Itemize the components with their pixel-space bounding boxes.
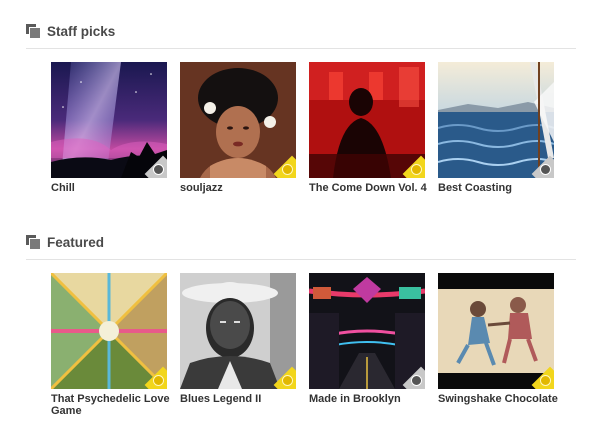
- playlist-title[interactable]: Chill: [51, 182, 175, 194]
- section-title[interactable]: Staff picks: [47, 24, 115, 39]
- section-divider: [26, 48, 576, 49]
- playlist-cover-image[interactable]: [51, 273, 167, 389]
- featured-header: Featured: [26, 232, 104, 252]
- playlist-card[interactable]: The Come Down Vol. 4: [309, 62, 427, 194]
- play-indicator-icon: [411, 164, 422, 175]
- playlist-cover-image[interactable]: [309, 62, 425, 178]
- play-indicator-icon: [540, 164, 551, 175]
- playlist-card[interactable]: souljazz: [180, 62, 298, 194]
- staff-picks-header: Staff picks: [26, 21, 115, 41]
- play-indicator-icon: [282, 164, 293, 175]
- playlist-title[interactable]: That Psychedelic Love Game: [51, 393, 175, 417]
- stack-icon: [26, 24, 41, 39]
- play-indicator-icon: [282, 375, 293, 386]
- playlist-title[interactable]: Made in Brooklyn: [309, 393, 433, 405]
- playlist-title[interactable]: souljazz: [180, 182, 304, 194]
- playlist-cover-image[interactable]: [438, 273, 554, 389]
- playlist-cover-image[interactable]: [51, 62, 167, 178]
- playlist-cover-image[interactable]: [309, 273, 425, 389]
- playlist-card[interactable]: Chill: [51, 62, 169, 194]
- playlist-title[interactable]: The Come Down Vol. 4: [309, 182, 433, 194]
- playlist-title[interactable]: Blues Legend II: [180, 393, 304, 405]
- play-indicator-icon: [153, 164, 164, 175]
- playlist-card[interactable]: Made in Brooklyn: [309, 273, 427, 405]
- playlist-card[interactable]: Best Coasting: [438, 62, 556, 194]
- playlist-cover-image[interactable]: [438, 62, 554, 178]
- section-title[interactable]: Featured: [47, 235, 104, 250]
- playlist-cover-image[interactable]: [180, 273, 296, 389]
- play-indicator-icon: [411, 375, 422, 386]
- section-divider: [26, 259, 576, 260]
- stack-icon: [26, 235, 41, 250]
- playlist-card[interactable]: Swingshake Chocolate: [438, 273, 558, 405]
- playlist-card[interactable]: That Psychedelic Love Game: [51, 273, 170, 417]
- playlist-cover-image[interactable]: [180, 62, 296, 178]
- playlist-card[interactable]: Blues Legend II: [180, 273, 298, 405]
- play-indicator-icon: [540, 375, 551, 386]
- playlist-title[interactable]: Best Coasting: [438, 182, 562, 194]
- playlist-title[interactable]: Swingshake Chocolate: [438, 393, 562, 405]
- play-indicator-icon: [153, 375, 164, 386]
